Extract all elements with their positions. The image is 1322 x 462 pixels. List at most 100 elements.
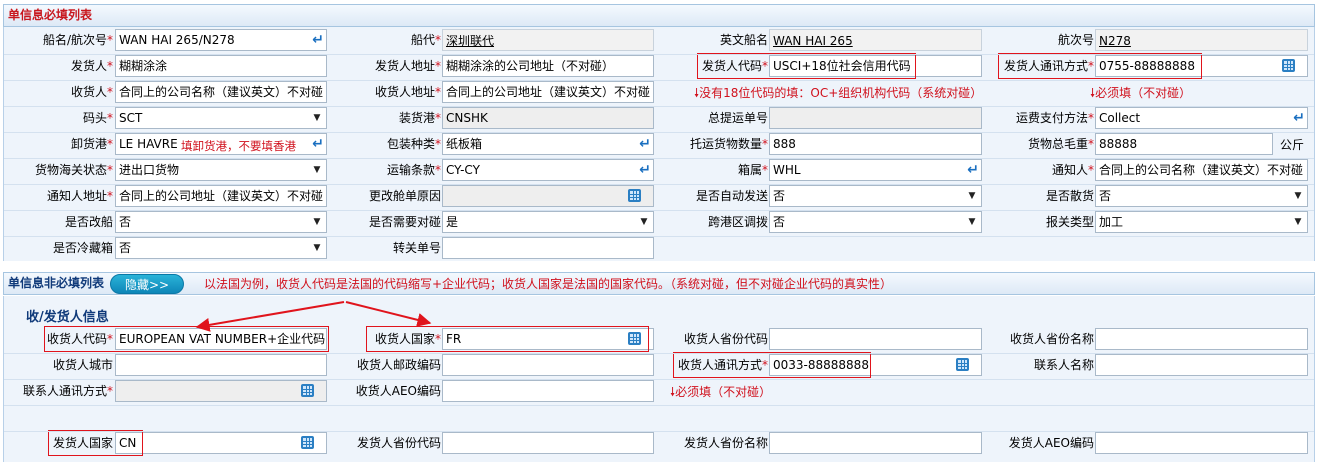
field-船代[interactable]: 深圳联代 xyxy=(442,29,654,51)
field-联系人通讯方式[interactable] xyxy=(115,380,327,402)
field-通知人[interactable]: 合同上的公司名称（建议英文）不对碰 xyxy=(1095,159,1308,181)
field-收货人[interactable]: 合同上的公司名称（建议英文）不对碰 xyxy=(115,81,327,103)
field-收货人AEO编码[interactable] xyxy=(442,380,654,402)
chevron-down-icon[interactable]: ▼ xyxy=(1291,212,1305,232)
label-text: 发货人 xyxy=(70,59,107,73)
chevron-down-icon[interactable]: ▼ xyxy=(310,238,324,258)
enter-icon[interactable]: ↵ xyxy=(1292,111,1306,125)
chevron-down-icon[interactable]: ▼ xyxy=(637,212,651,232)
label-text: 托运货物数量 xyxy=(689,137,762,151)
lookup-grid-icon[interactable] xyxy=(628,189,641,202)
field-是否散货[interactable]: 否 xyxy=(1095,185,1308,207)
label-卸货港: 卸货港* xyxy=(71,133,113,155)
chevron-down-icon[interactable]: ▼ xyxy=(310,160,324,180)
enter-icon[interactable]: ↵ xyxy=(966,163,980,177)
required-star: * xyxy=(107,189,113,203)
field-是否需要对碰[interactable]: 是 xyxy=(442,211,654,233)
field-是否冷藏箱[interactable]: 否 xyxy=(115,237,327,259)
lookup-grid-icon[interactable] xyxy=(301,384,314,397)
chevron-down-icon[interactable]: ▼ xyxy=(310,212,324,232)
field-货物总毛重[interactable]: 88888 xyxy=(1095,133,1273,155)
label-报关类型: 报关类型 xyxy=(1046,211,1094,233)
required-star: * xyxy=(435,59,441,73)
field-航次号[interactable]: N278 xyxy=(1095,29,1308,51)
required-star: * xyxy=(762,137,768,151)
field-船名-航次号[interactable]: WAN HAI 265/N278 xyxy=(115,29,327,51)
chevron-down-icon[interactable]: ▼ xyxy=(310,108,324,128)
field-箱属[interactable]: WHL xyxy=(769,159,982,181)
field-发货人国家[interactable]: CN xyxy=(115,432,327,454)
required-star: * xyxy=(435,85,441,99)
field-跨港区调拨[interactable]: 否 xyxy=(769,211,982,233)
chevron-down-icon[interactable]: ▼ xyxy=(965,212,979,232)
field-运费支付方法[interactable]: Collect xyxy=(1095,107,1308,129)
lookup-grid-icon[interactable] xyxy=(1282,59,1295,72)
label-text: 收货人城市 xyxy=(52,358,113,372)
row-divider xyxy=(4,379,1314,380)
lookup-grid-icon[interactable] xyxy=(956,358,969,371)
label-text: 通知人 xyxy=(1051,163,1088,177)
row-divider xyxy=(4,106,1314,107)
no-18-digit-note: 🠗没有18位代码的填：OC+组织机构代码（系统对碰） xyxy=(694,85,982,101)
label-发货人省份名称: 发货人省份名称 xyxy=(684,432,768,454)
field-收货人省份名称[interactable] xyxy=(1095,328,1308,350)
row-divider xyxy=(4,158,1314,159)
label-text: 发货人地址 xyxy=(374,59,435,73)
label-text: 运输条款 xyxy=(386,163,435,177)
required-note-2: 🠗必须填（不对碰） xyxy=(670,384,771,400)
row-divider xyxy=(4,236,1314,237)
field-发货人[interactable]: 糊糊涂涂 xyxy=(115,55,327,77)
label-收货人省份名称: 收货人省份名称 xyxy=(1010,328,1094,350)
label-text: 联系人通讯方式 xyxy=(22,384,107,398)
label-航次号: 航次号 xyxy=(1058,29,1094,51)
label-包装种类: 包装种类* xyxy=(387,133,441,155)
field-收货人地址[interactable]: 合同上的公司地址（建议英文）不对碰 xyxy=(442,81,654,103)
label-text: 转关单号 xyxy=(392,241,441,255)
required-star: * xyxy=(435,163,441,177)
enter-icon[interactable]: ↵ xyxy=(638,163,652,177)
field-报关类型[interactable]: 加工 xyxy=(1095,211,1308,233)
field-码头[interactable]: SCT xyxy=(115,107,327,129)
enter-icon[interactable]: ↵ xyxy=(311,33,325,47)
required-star: * xyxy=(107,85,113,99)
field-总提运单号[interactable] xyxy=(769,107,982,129)
chevron-down-icon[interactable]: ▼ xyxy=(1291,186,1305,206)
hide-button[interactable]: 隐藏>> xyxy=(110,274,184,294)
field-发货人省份名称[interactable] xyxy=(769,432,982,454)
field-转关单号[interactable] xyxy=(442,237,654,259)
enter-icon[interactable]: ↵ xyxy=(311,137,325,151)
chevron-down-icon[interactable]: ▼ xyxy=(965,186,979,206)
field-发货人地址[interactable]: 糊糊涂涂的公司地址（不对碰） xyxy=(442,55,654,77)
label-text: 卸货港 xyxy=(70,137,107,151)
field-收货人邮政编码[interactable] xyxy=(442,354,654,376)
label-发货人省份代码: 发货人省份代码 xyxy=(357,432,441,454)
label-text: 是否需要对碰 xyxy=(368,215,441,229)
field-包装种类[interactable]: 纸板箱 xyxy=(442,133,654,155)
field-是否自动发送[interactable]: 否 xyxy=(769,185,982,207)
field-是否改船[interactable]: 否 xyxy=(115,211,327,233)
field-英文船名[interactable]: WAN HAI 265 xyxy=(769,29,982,51)
enter-icon[interactable]: ↵ xyxy=(638,137,652,151)
required-star: * xyxy=(107,111,113,125)
label-通知人: 通知人* xyxy=(1052,159,1094,181)
field-收货人省份代码[interactable] xyxy=(769,328,982,350)
label-text: 船代 xyxy=(410,33,435,47)
field-发货人AEO编码[interactable] xyxy=(1095,432,1308,454)
lookup-grid-icon[interactable] xyxy=(301,436,314,449)
field-更改舱单原因[interactable] xyxy=(442,185,654,207)
field-装货港[interactable]: CNSHK xyxy=(442,107,654,129)
optional-hint: 以法国为例，收货人代码是法国的代码缩写+企业代码；收货人国家是法国的国家代码。（… xyxy=(204,277,893,291)
field-联系人名称[interactable] xyxy=(1095,354,1308,376)
field-通知人地址[interactable]: 合同上的公司地址（建议英文）不对碰 xyxy=(115,185,327,207)
field-托运货物数量[interactable]: 888 xyxy=(769,133,982,155)
field-货物海关状态[interactable]: 进出口货物 xyxy=(115,159,327,181)
label-text: 货物海关状态 xyxy=(34,163,107,177)
required-star: * xyxy=(107,384,113,398)
label-text: 收货人 xyxy=(70,85,107,99)
field-发货人省份代码[interactable] xyxy=(442,432,654,454)
field-运输条款[interactable]: CY-CY xyxy=(442,159,654,181)
required-star: * xyxy=(1088,137,1094,151)
label-text: 发货人AEO编码 xyxy=(1008,436,1094,450)
field-收货人城市[interactable] xyxy=(115,354,327,376)
label-发货人AEO编码: 发货人AEO编码 xyxy=(1009,432,1094,454)
